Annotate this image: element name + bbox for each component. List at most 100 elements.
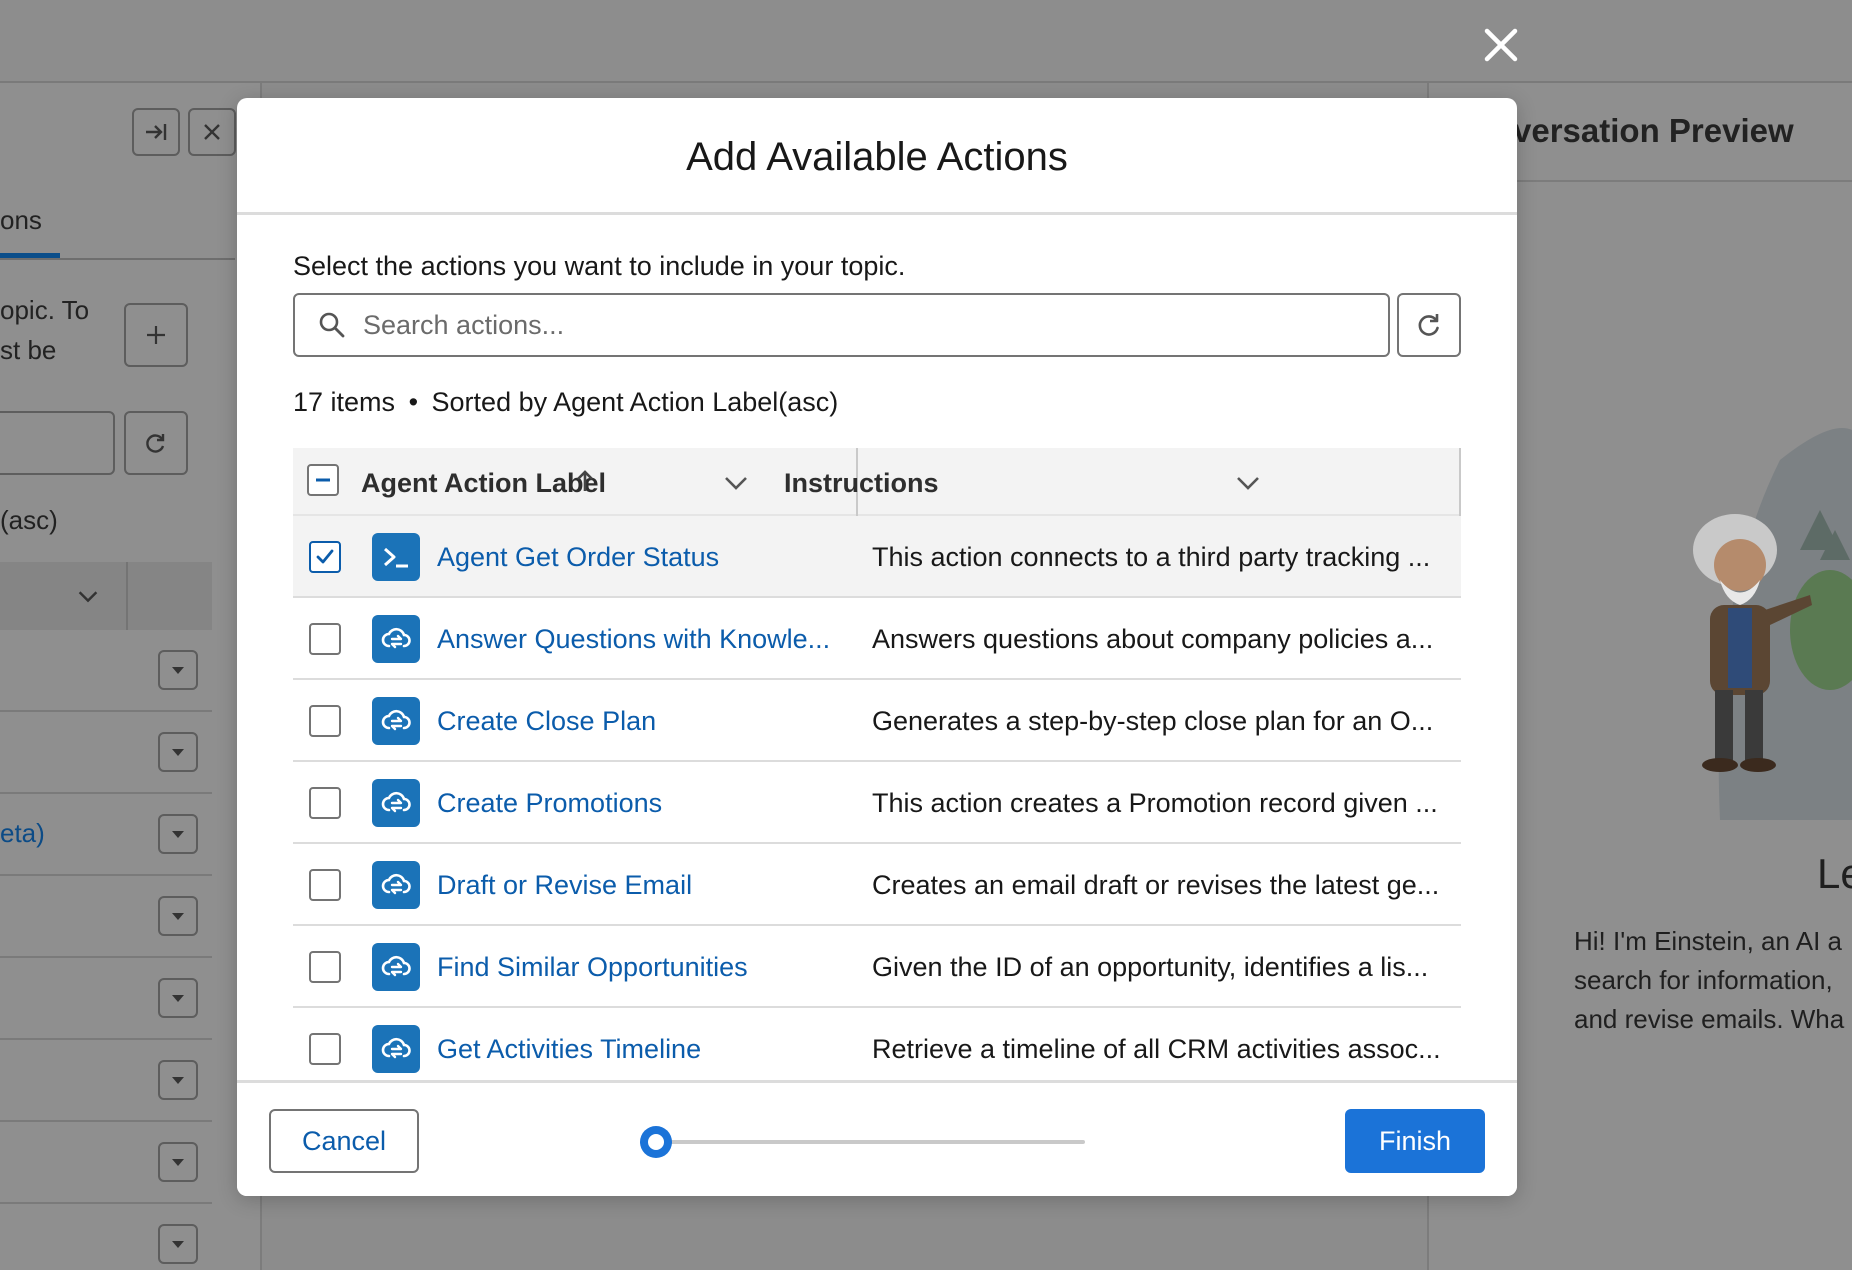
modal-body: Select the actions you want to include i… [237,215,1517,1077]
sort-ascending-icon[interactable] [574,467,596,495]
action-type-icon [372,861,420,909]
action-label-link[interactable]: Create Close Plan [437,706,656,737]
table-row[interactable]: Find Similar Opportunities Given the ID … [293,926,1461,1008]
preview-welcome: Le [1817,850,1852,897]
preview-greeting-line: search for information, [1574,965,1833,995]
list-meta: 17 items • Sorted by Agent Action Label(… [293,387,838,418]
row-checkbox[interactable] [309,787,341,819]
cloud-flow-icon [381,709,411,731]
action-instructions: Creates an email draft or revises the la… [872,870,1440,900]
refresh-button[interactable] [1397,293,1461,357]
action-type-icon [372,615,420,663]
action-label-link[interactable]: Answer Questions with Knowle... [437,624,830,655]
background-sort-text: (asc) [0,505,58,535]
action-instructions: Generates a step-by-step close plan for … [872,706,1434,736]
search-input[interactable] [363,309,1363,341]
action-type-icon [372,943,420,991]
preview-greeting: Hi! I'm Einstein, an AI a search for inf… [1574,922,1852,1039]
modal-instruction: Select the actions you want to include i… [293,251,906,281]
row-menu-icon [158,1060,198,1100]
row-checkbox[interactable] [309,869,341,901]
table-row[interactable]: Agent Get Order Status This action conne… [293,516,1461,598]
preview-greeting-line: and revise emails. Wha [1574,1004,1845,1034]
action-label-link[interactable]: Agent Get Order Status [437,542,719,573]
preview-greeting-line: Hi! I'm Einstein, an AI a [1574,926,1842,956]
collapse-panel-icon [132,108,180,156]
table-row[interactable]: Create Promotions This action creates a … [293,762,1461,844]
table-row[interactable]: Answer Questions with Knowle... Answers … [293,598,1461,680]
add-actions-modal: Add Available Actions Select the actions… [237,98,1517,1196]
refresh-icon [124,411,188,475]
background-row [0,1204,212,1270]
background-row: eta) [0,794,212,876]
action-type-icon [372,1025,420,1073]
background-row [0,958,212,1040]
column-divider [1459,448,1461,516]
add-icon [124,303,188,367]
action-label-link[interactable]: Find Similar Opportunities [437,952,748,983]
background-row [0,1040,212,1122]
row-checkbox[interactable] [309,1033,341,1065]
background-row [0,630,212,712]
indeterminate-icon [316,478,330,482]
row-menu-icon [158,732,198,772]
column-header-label[interactable]: Agent Action Label [361,468,606,499]
action-instructions: Given the ID of an opportunity, identifi… [872,952,1429,982]
action-type-icon [372,697,420,745]
background-row-link: eta) [0,818,45,848]
row-checkbox[interactable] [309,541,341,573]
actions-table: Agent Action Label Instructions Agent Ge… [293,448,1461,1077]
row-checkbox[interactable] [309,951,341,983]
background-search-input [0,411,115,475]
row-menu-icon [158,650,198,690]
table-row[interactable]: Get Activities Timeline Retrieve a timel… [293,1008,1461,1077]
action-label-link[interactable]: Get Activities Timeline [437,1034,701,1065]
refresh-icon [1418,314,1439,336]
einstein-illustration-icon [1693,428,1852,820]
select-all-checkbox[interactable] [307,464,339,496]
item-count: 17 items [293,387,396,417]
table-row[interactable]: Draft or Revise Email Creates an email d… [293,844,1461,926]
row-menu-icon [158,896,198,936]
table-header: Agent Action Label Instructions [293,448,1461,516]
close-modal-button[interactable] [1478,22,1524,68]
background-description: opic. To st be [0,295,90,365]
checkmark-icon [316,549,334,564]
terminal-icon [384,547,408,568]
action-type-icon [372,779,420,827]
action-type-icon [372,533,420,581]
row-checkbox[interactable] [309,623,341,655]
cloud-flow-icon [381,627,411,649]
background-table-header [0,562,212,630]
search-box[interactable] [293,293,1390,357]
finish-button[interactable]: Finish [1345,1109,1485,1173]
close-panel-icon [188,108,236,156]
modal-header: Add Available Actions [237,98,1517,215]
cancel-button[interactable]: Cancel [269,1109,419,1173]
row-menu-icon [158,1224,198,1264]
action-instructions: Answers questions about company policies… [872,624,1434,654]
chevron-down-icon[interactable] [721,467,751,497]
row-menu-icon [158,978,198,1018]
sort-description: Sorted by Agent Action Label(asc) [431,387,839,417]
action-instructions: Retrieve a timeline of all CRM activitie… [872,1034,1441,1064]
action-instructions: This action creates a Promotion record g… [872,788,1438,818]
cloud-flow-icon [381,791,411,813]
modal-title: Add Available Actions [686,134,1068,179]
action-label-link[interactable]: Draft or Revise Email [437,870,692,901]
action-instructions: This action connects to a third party tr… [872,542,1431,572]
chevron-down-icon [78,591,98,603]
action-label-link[interactable]: Create Promotions [437,788,662,819]
background-topbar [0,0,1852,83]
meta-separator: • [408,387,419,417]
background-row [0,876,212,958]
background-tab-divider [0,258,235,260]
background-row [0,712,212,794]
column-header-instructions[interactable]: Instructions [784,468,939,499]
chevron-down-icon[interactable] [1233,467,1263,497]
cloud-flow-icon [381,873,411,895]
cloud-flow-icon [381,955,411,977]
close-icon [1484,28,1518,62]
table-row[interactable]: Create Close Plan Generates a step-by-st… [293,680,1461,762]
row-checkbox[interactable] [309,705,341,737]
